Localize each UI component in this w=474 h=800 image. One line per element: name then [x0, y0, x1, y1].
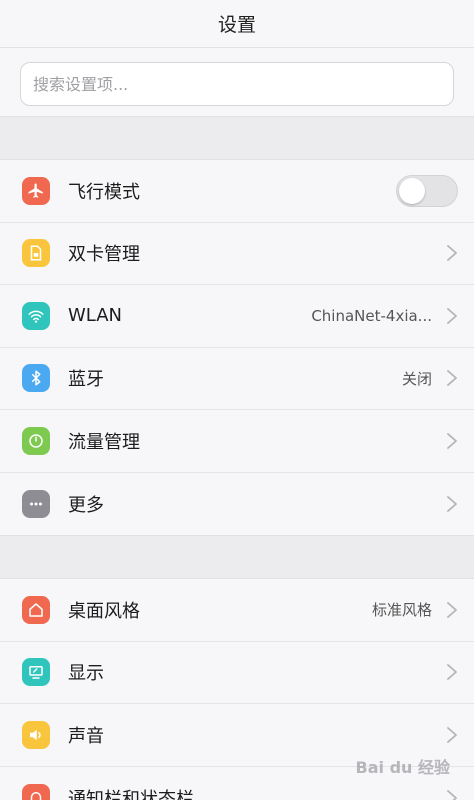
sim-card-icon	[22, 239, 50, 268]
settings-row-label: 更多	[68, 494, 104, 516]
airplane-icon	[22, 176, 50, 205]
settings-row-value: ChinaNet-4xia...	[311, 306, 432, 325]
search-section	[0, 48, 474, 116]
chevron-right-icon	[446, 369, 458, 387]
settings-row-label: 双卡管理	[68, 244, 140, 266]
chevron-right-icon	[446, 789, 458, 800]
settings-row-value: 关闭	[401, 369, 432, 388]
settings-row-sound[interactable]: 声音	[0, 704, 474, 767]
settings-row-wlan[interactable]: WLAN ChinaNet-4xia...	[0, 285, 474, 348]
chevron-right-icon	[446, 601, 458, 619]
chevron-right-icon	[446, 663, 458, 681]
more-icon	[22, 489, 50, 518]
settings-row-display[interactable]: 显示	[0, 642, 474, 704]
chevron-right-icon	[446, 244, 458, 262]
chevron-right-icon	[446, 495, 458, 513]
speaker-icon	[22, 720, 50, 749]
section-divider	[0, 535, 474, 579]
settings-row-data-usage[interactable]: 流量管理	[0, 410, 474, 473]
settings-row-label: 流量管理	[68, 431, 140, 453]
page-title: 设置	[217, 14, 256, 36]
section-divider	[0, 116, 474, 160]
settings-row-label: 声音	[68, 725, 104, 747]
settings-row-dual-sim[interactable]: 双卡管理	[0, 223, 474, 285]
chevron-right-icon	[446, 726, 458, 744]
settings-row-label: 显示	[68, 663, 104, 685]
bluetooth-icon	[22, 364, 50, 393]
settings-row-label: 蓝牙	[68, 369, 104, 391]
wifi-icon	[22, 301, 50, 330]
bell-icon	[22, 783, 50, 800]
chevron-right-icon	[446, 307, 458, 325]
settings-row-value: 标准风格	[371, 601, 432, 620]
title-bar: 设置	[0, 0, 474, 48]
airplane-toggle[interactable]	[396, 174, 458, 207]
settings-row-label: 桌面风格	[68, 600, 140, 622]
search-input[interactable]	[20, 62, 454, 106]
toggle-knob	[399, 177, 425, 204]
settings-row-label: 飞行模式	[68, 181, 140, 203]
settings-group-personalization: 桌面风格 标准风格显示声音通知栏和状态栏	[0, 579, 474, 800]
settings-row-bluetooth[interactable]: 蓝牙 关闭	[0, 348, 474, 410]
settings-row-airplane[interactable]: 飞行模式	[0, 160, 474, 223]
settings-row-label: WLAN	[68, 305, 123, 327]
monitor-icon	[22, 658, 50, 687]
chevron-right-icon	[446, 432, 458, 450]
settings-row-more[interactable]: 更多	[0, 473, 474, 536]
home-icon	[22, 595, 50, 624]
settings-row-notification-bar[interactable]: 通知栏和状态栏	[0, 767, 474, 800]
settings-row-desktop-style[interactable]: 桌面风格 标准风格	[0, 579, 474, 642]
settings-row-label: 通知栏和状态栏	[68, 788, 194, 800]
settings-group-network: 飞行模式双卡管理 WLAN ChinaNet-4xia... 蓝牙 关闭流量管理更多	[0, 160, 474, 535]
gauge-icon	[22, 426, 50, 455]
